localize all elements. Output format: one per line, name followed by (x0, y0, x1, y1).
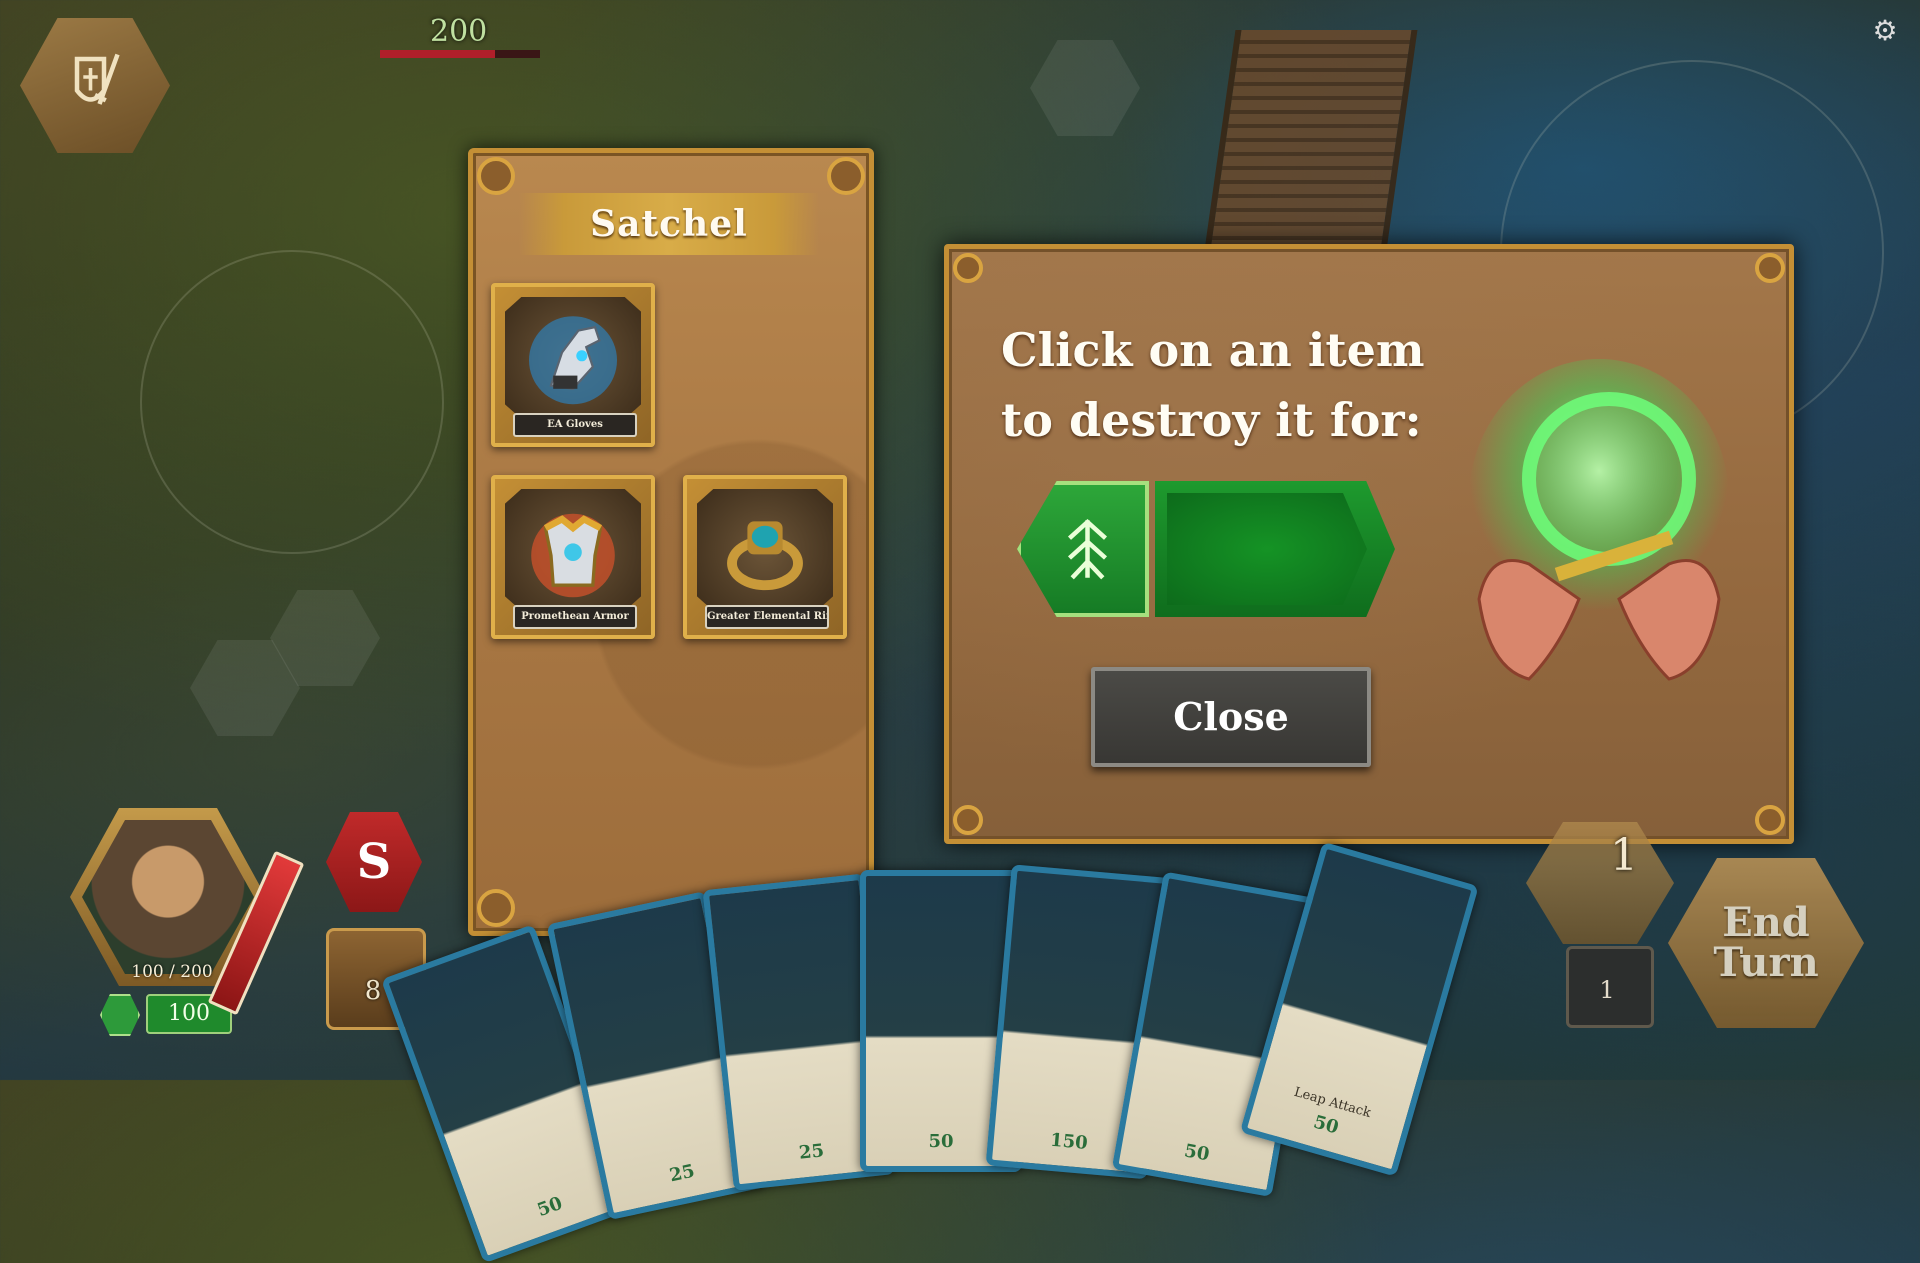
reward-value-frame (1155, 481, 1395, 617)
satchel-item-promethean-armor[interactable]: Promethean Armor (491, 475, 655, 639)
item-art (505, 297, 641, 419)
destroy-reward (1017, 481, 1397, 617)
satchel-title: Satchel (590, 203, 748, 245)
decorative-swirl (140, 250, 444, 554)
end-turn-line-2: Turn (1713, 939, 1819, 986)
item-name: Greater Elemental Ring (705, 605, 829, 629)
destroy-item-dialog: Click on an item to destroy it for: Clos… (944, 244, 1794, 844)
boss-hp-fill (380, 50, 496, 58)
reward-value-slot (1167, 493, 1367, 605)
faction-emblem[interactable] (20, 18, 170, 153)
boss-hp-value: 200 (430, 14, 488, 49)
satchel-item-greater-elemental-ring[interactable]: Greater Elemental Ring (683, 475, 847, 639)
glowing-hands-icon (1459, 349, 1739, 719)
moves-remaining: 1 (1610, 830, 1638, 881)
item-name: EA Gloves (513, 413, 637, 437)
panel-corner-ornament (953, 805, 983, 835)
panel-corner-ornament (1755, 253, 1785, 283)
ring-icon (727, 521, 803, 591)
energy-rune-icon (1017, 481, 1149, 617)
satchel-panel: Satchel EA Gloves Promethean Armor Great… (468, 148, 874, 936)
satchel-item-ea-gloves[interactable]: EA Gloves (491, 283, 655, 447)
instruction-line-1: Click on an item (1001, 323, 1425, 377)
shield-sword-icon (74, 53, 120, 105)
hero-face (82, 820, 254, 974)
boss-hp-bar (380, 50, 540, 58)
panel-corner-ornament (1755, 805, 1785, 835)
end-turn-button[interactable]: End Turn (1668, 858, 1864, 1028)
satchel-title-bar: Satchel (519, 193, 819, 255)
item-art (697, 489, 833, 611)
gauntlet-icon (529, 316, 617, 405)
energy-rune-icon (100, 994, 140, 1036)
item-art (505, 489, 641, 611)
end-turn-line-1: End (1722, 899, 1810, 946)
player-hp-text: 100 / 200 (131, 962, 213, 982)
discard-count: 1 (1599, 976, 1615, 1004)
panel-corner-ornament (953, 253, 983, 283)
card-cost: 50 (1182, 1140, 1211, 1166)
panel-corner-ornament (477, 889, 515, 927)
armor-icon (531, 513, 615, 598)
instruction-line-2: to destroy it for: (1001, 393, 1422, 447)
panel-corner-ornament (477, 157, 515, 195)
status-badge[interactable]: S (326, 812, 422, 912)
close-button[interactable]: Close (1091, 667, 1371, 767)
gear-icon[interactable]: ⚙ (1870, 16, 1900, 46)
panel-corner-ornament (827, 157, 865, 195)
destroy-instruction: Click on an item to destroy it for: (1001, 315, 1481, 455)
wooden-bridge (1204, 30, 1418, 250)
item-name: Promethean Armor (513, 605, 637, 629)
